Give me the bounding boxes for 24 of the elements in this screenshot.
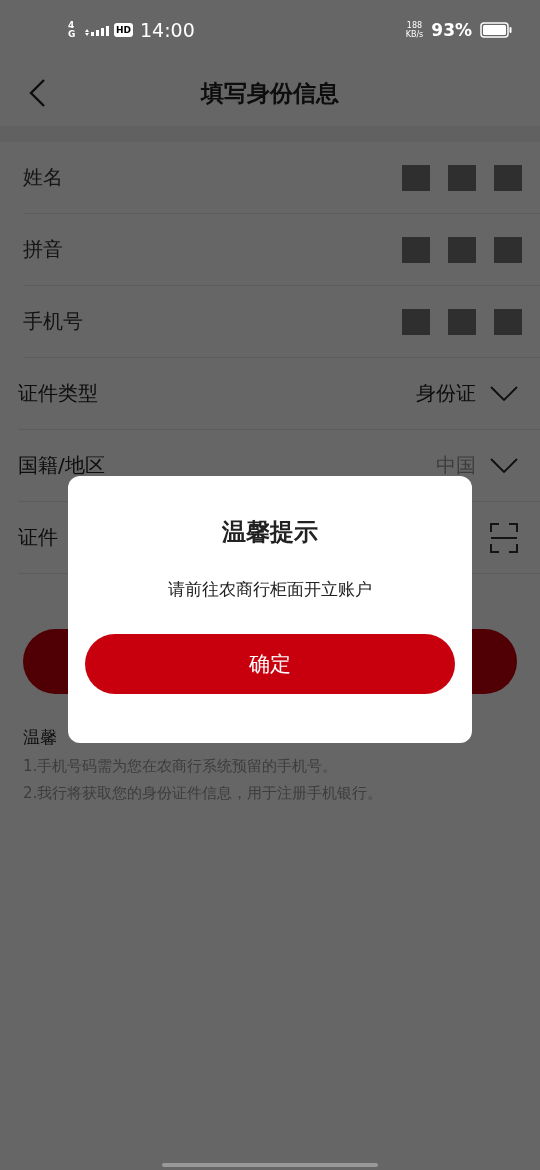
select-value[interactable]: 身份证 xyxy=(416,380,476,407)
signal-icon xyxy=(84,23,110,37)
network-type: 4G xyxy=(68,21,77,39)
tips-title: 温馨 xyxy=(23,726,58,749)
dialog-title: 温馨提示 xyxy=(222,517,318,548)
field-label: 拼音 xyxy=(23,236,63,263)
confirm-button[interactable]: 确定 xyxy=(85,634,455,694)
speed-unit: KB/s xyxy=(405,30,424,39)
field-label: 证件类型 xyxy=(18,380,98,407)
dialog-message: 请前往农商行柜面开立账户 xyxy=(168,578,372,601)
chevron-down-icon[interactable] xyxy=(490,385,518,402)
back-icon[interactable] xyxy=(28,78,46,108)
hd-badge: HD xyxy=(114,23,133,37)
chevron-down-icon[interactable] xyxy=(490,457,518,474)
battery-icon xyxy=(480,22,512,38)
scan-icon[interactable] xyxy=(490,522,518,553)
field-label: 国籍/地区 xyxy=(18,452,105,479)
field-label: 证件 xyxy=(18,524,58,551)
battery-percent: 93% xyxy=(431,20,472,40)
speed-value: 188 xyxy=(406,21,423,30)
clock-time: 14:00 xyxy=(140,19,195,41)
field-label: 手机号 xyxy=(23,308,83,335)
page-title: 填写身份信息 xyxy=(201,78,339,108)
field-label: 姓名 xyxy=(23,164,63,191)
